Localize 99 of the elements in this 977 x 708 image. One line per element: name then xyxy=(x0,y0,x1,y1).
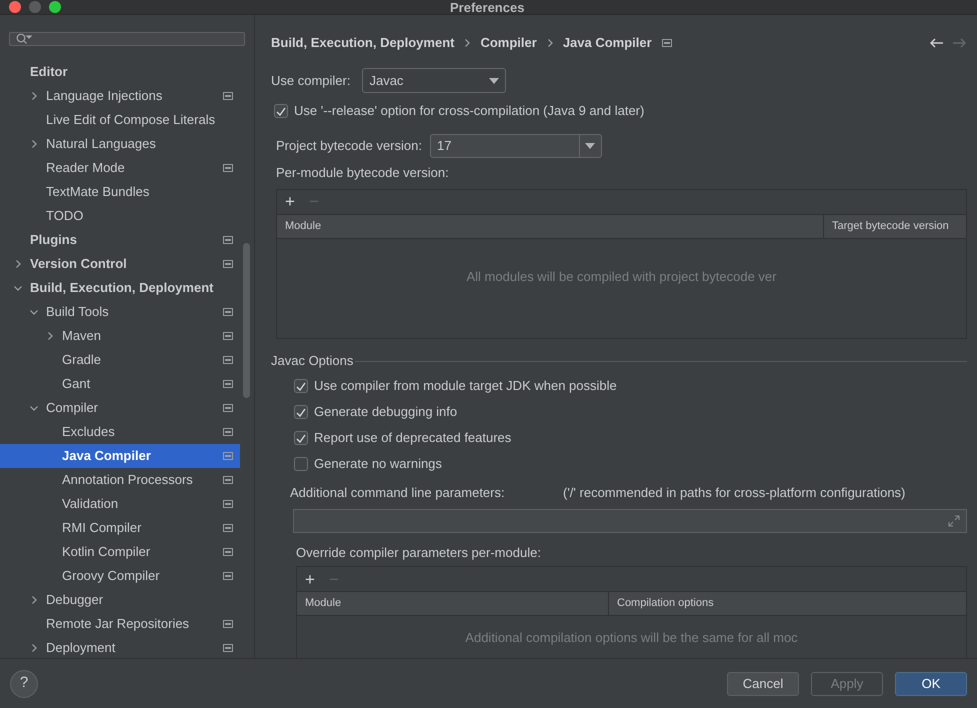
chevron-down-icon[interactable] xyxy=(30,308,38,316)
scope-icon xyxy=(223,428,233,436)
dropdown-caret-icon xyxy=(489,78,500,84)
tree-item[interactable]: RMI Compiler xyxy=(0,516,240,540)
tree-item[interactable]: Groovy Compiler xyxy=(0,564,240,588)
column-header[interactable]: Module xyxy=(297,592,608,615)
checkbox[interactable] xyxy=(294,405,308,419)
field-label: Use compiler: xyxy=(271,72,350,90)
chevron-right-icon[interactable] xyxy=(30,596,38,604)
search-icon xyxy=(16,33,32,45)
zoom-window-icon[interactable] xyxy=(49,1,61,13)
tree-item[interactable]: Remote Jar Repositories xyxy=(0,612,240,636)
search-field[interactable] xyxy=(9,32,245,46)
field-label: Additional command line parameters: xyxy=(290,484,506,502)
column-header[interactable]: Target bytecode version xyxy=(823,214,966,238)
tree-item[interactable]: Deployment xyxy=(0,636,240,660)
section-label: Override compiler parameters per-module: xyxy=(296,544,542,562)
dropdown-caret-icon xyxy=(585,143,596,149)
breadcrumb-link[interactable]: Compiler xyxy=(480,33,537,53)
checkbox-label: Use compiler from module target JDK when possible xyxy=(314,377,617,396)
chevron-right-icon[interactable] xyxy=(30,140,38,148)
scope-icon xyxy=(223,92,233,100)
compiler-dropdown[interactable]: Javac xyxy=(362,68,506,93)
tree-item[interactable]: Annotation Processors xyxy=(0,468,240,492)
tree-item[interactable]: Validation xyxy=(0,492,240,516)
checkbox[interactable] xyxy=(294,431,308,445)
dialog-button[interactable]: Cancel xyxy=(727,672,799,696)
scope-icon xyxy=(223,524,233,532)
back-arrow-icon[interactable] xyxy=(929,37,943,49)
window-title: Preferences xyxy=(450,0,524,17)
breadcrumb-link[interactable]: Build, Execution, Deployment xyxy=(271,33,454,53)
scope-icon xyxy=(223,164,233,172)
scope-icon xyxy=(223,452,233,460)
hint-text: ('/' recommended in paths for cross-platform configurations) xyxy=(563,484,906,502)
scope-icon xyxy=(223,548,233,556)
scope-icon xyxy=(223,500,233,508)
parameters-field[interactable] xyxy=(293,508,967,532)
scope-icon xyxy=(223,308,233,316)
scope-icon xyxy=(223,332,233,340)
expand-icon xyxy=(948,514,960,526)
section-title: Javac Options xyxy=(271,352,354,370)
tree-item[interactable]: Live Edit of Compose Literals xyxy=(0,108,240,132)
chevron-right-icon[interactable] xyxy=(30,92,38,100)
tree-item[interactable]: Plugins xyxy=(0,228,240,252)
scope-icon xyxy=(223,620,233,628)
scope-icon xyxy=(223,260,233,268)
chevron-right-icon[interactable] xyxy=(546,39,554,47)
add-button[interactable]: + xyxy=(303,570,317,588)
help-button[interactable]: ? xyxy=(10,670,38,698)
chevron-right-icon[interactable] xyxy=(30,644,38,652)
tree-item[interactable]: TODO xyxy=(0,204,240,228)
scope-icon xyxy=(223,572,233,580)
chevron-right-icon[interactable] xyxy=(463,39,472,47)
breadcrumb-link[interactable]: Java Compiler xyxy=(562,33,652,53)
scope-icon xyxy=(223,236,233,244)
scope-icon xyxy=(223,476,233,484)
tree-item[interactable]: Build, Execution, Deployment xyxy=(0,276,240,300)
add-button[interactable]: + xyxy=(283,193,297,210)
tree-item[interactable]: Reader Mode xyxy=(0,156,240,180)
tree-item[interactable]: Natural Languages xyxy=(0,132,240,156)
checkbox[interactable] xyxy=(274,104,288,118)
chevron-down-icon[interactable] xyxy=(30,404,38,412)
scope-icon xyxy=(662,39,672,47)
close-window-icon[interactable] xyxy=(9,1,21,13)
bytecode-dropdown[interactable]: 17 xyxy=(430,134,602,158)
scope-icon xyxy=(223,644,233,652)
tree-item[interactable]: Maven xyxy=(0,324,240,348)
tree-item[interactable]: Compiler xyxy=(0,396,240,420)
section-label: Per-module bytecode version: xyxy=(276,164,450,182)
chevron-right-icon[interactable] xyxy=(46,332,54,340)
checkbox-label: Generate no warnings xyxy=(314,455,442,474)
checkbox-label: Report use of deprecated features xyxy=(314,429,512,448)
scope-icon xyxy=(223,380,233,388)
scope-icon xyxy=(223,356,233,364)
tree-item[interactable]: Gradle xyxy=(0,348,240,372)
tree-item[interactable]: Language Injections xyxy=(0,84,240,108)
chevron-down-icon[interactable] xyxy=(14,284,22,292)
empty-table-text: Additional compilation options will be the same for all moc xyxy=(465,629,798,647)
checkbox[interactable] xyxy=(294,457,308,471)
tree-item[interactable]: TextMate Bundles xyxy=(0,180,240,204)
column-header[interactable]: Compilation options xyxy=(608,592,966,615)
tree-item[interactable]: Version Control xyxy=(0,252,240,276)
tree-item[interactable]: Excludes xyxy=(0,420,240,444)
scope-icon xyxy=(223,404,233,412)
chevron-right-icon[interactable] xyxy=(14,260,22,268)
checkbox[interactable] xyxy=(294,379,308,393)
tree-item[interactable]: Debugger xyxy=(0,588,240,612)
tree-item[interactable]: Build Tools xyxy=(0,300,240,324)
column-header[interactable]: Module xyxy=(277,214,823,238)
tree-item[interactable]: Gant xyxy=(0,372,240,396)
tree-item[interactable]: Editor xyxy=(0,60,240,84)
checkbox-label: Use '--release' option for cross-compilation (Java 9 and later) xyxy=(294,102,644,120)
checkbox-label: Generate debugging info xyxy=(314,403,458,422)
empty-table-text: All modules will be compiled with project bytecode ver xyxy=(466,268,776,286)
tree-item[interactable]: Java Compiler xyxy=(0,444,240,468)
scrollbar-thumb[interactable] xyxy=(243,243,250,398)
dialog-button[interactable]: OK xyxy=(895,672,967,696)
field-label: Project bytecode version: xyxy=(276,137,422,156)
tree-item[interactable]: Kotlin Compiler xyxy=(0,540,240,564)
